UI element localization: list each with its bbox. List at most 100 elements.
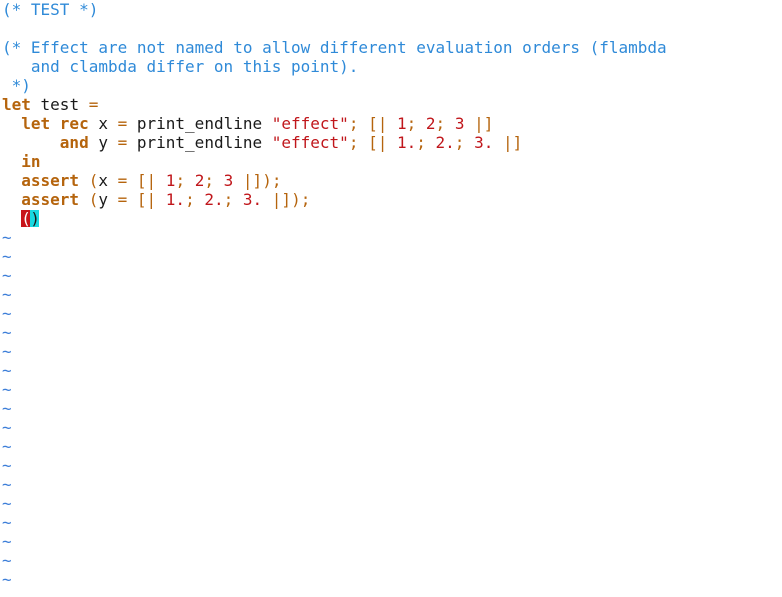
code-token: test — [30, 95, 89, 114]
punctuation-token: [| — [136, 171, 157, 190]
code-line[interactable]: () — [2, 209, 782, 228]
number-literal: 1 — [165, 171, 176, 190]
code-token: x — [98, 171, 118, 190]
number-literal: 3. — [474, 133, 494, 152]
punctuation-token: |] — [474, 114, 494, 133]
code-line[interactable]: assert (y = [| 1.; 2.; 3. |]); — [2, 190, 782, 209]
empty-line-tilde: ~ — [2, 399, 12, 418]
empty-line-tilde: ~ — [2, 494, 12, 513]
keyword-token: let — [2, 95, 31, 114]
empty-line-tilde: ~ — [2, 475, 12, 494]
code-line[interactable]: (* TEST *) — [2, 0, 782, 19]
keyword-token: and — [59, 133, 89, 152]
empty-line-tilde: ~ — [2, 323, 12, 342]
empty-line-tilde: ~ — [2, 570, 12, 589]
number-literal: 2 — [425, 114, 436, 133]
code-token: y — [88, 133, 118, 152]
code-line[interactable]: and y = print_endline "effect"; [| 1.; 2… — [2, 133, 782, 152]
punctuation-token: ; — [416, 133, 426, 152]
string-literal: "effect" — [271, 114, 349, 133]
punctuation-token: |] — [502, 133, 523, 152]
code-token: y — [98, 190, 118, 209]
empty-line-tilde: ~ — [2, 361, 12, 380]
code-token: print_endline — [127, 133, 272, 152]
punctuation-token: ( — [88, 190, 99, 209]
comment-text: (* TEST *) — [2, 0, 99, 19]
number-literal: 2. — [435, 133, 455, 152]
keyword-token: in — [21, 152, 41, 171]
matching-paren-highlight: ) — [30, 209, 40, 228]
punctuation-token: = — [117, 114, 128, 133]
code-line[interactable]: assert (x = [| 1; 2; 3 |]); — [2, 171, 782, 190]
keyword-token: let rec — [21, 114, 89, 133]
empty-line-tilde: ~ — [2, 380, 12, 399]
punctuation-token: ; — [223, 190, 234, 209]
empty-line-tilde: ~ — [2, 418, 12, 437]
empty-line-tilde: ~ — [2, 532, 12, 551]
punctuation-token: = — [117, 171, 128, 190]
number-literal: 3 — [223, 171, 234, 190]
keyword-token: assert — [21, 171, 80, 190]
code-line[interactable]: in — [2, 152, 782, 171]
punctuation-token: ( — [88, 171, 99, 190]
string-literal: "effect" — [271, 133, 349, 152]
text-cursor: ( — [21, 209, 31, 228]
empty-line-tilde: ~ — [2, 456, 12, 475]
empty-line-tilde: ~ — [2, 342, 12, 361]
comment-text: *) — [2, 76, 31, 95]
empty-line-tilde: ~ — [2, 266, 12, 285]
code-line[interactable]: *) — [2, 76, 782, 95]
comment-text: and clambda differ on this point). — [2, 57, 359, 76]
code-line[interactable]: and clambda differ on this point). — [2, 57, 782, 76]
comment-text: (* Effect are not named to allow differe… — [2, 38, 667, 57]
punctuation-token: = — [88, 95, 99, 114]
empty-line-tilde: ~ — [2, 551, 12, 570]
punctuation-token: ; — [185, 190, 195, 209]
code-line[interactable]: (* Effect are not named to allow differe… — [2, 38, 782, 57]
number-literal: 1 — [396, 114, 407, 133]
code-line[interactable]: let rec x = print_endline "effect"; [| 1… — [2, 114, 782, 133]
punctuation-token: ; — [406, 114, 417, 133]
code-line[interactable] — [2, 19, 782, 38]
vim-editor[interactable]: (* TEST *) (* Effect are not named to all… — [0, 0, 782, 597]
empty-line-tilde: ~ — [2, 247, 12, 266]
empty-line-tilde: ~ — [2, 437, 12, 456]
empty-line-tilde: ~ — [2, 228, 12, 247]
punctuation-token: ; — [454, 133, 465, 152]
punctuation-token: = — [117, 133, 128, 152]
empty-line-tilde: ~ — [2, 285, 12, 304]
number-literal: 2. — [204, 190, 224, 209]
keyword-token: assert — [21, 190, 80, 209]
punctuation-token: ; [| — [348, 133, 388, 152]
punctuation-token: [| — [136, 190, 157, 209]
punctuation-token: ; — [175, 171, 186, 190]
number-literal: 1. — [396, 133, 417, 152]
code-token: print_endline — [127, 114, 272, 133]
punctuation-token: ; — [435, 114, 446, 133]
empty-line-tilde: ~ — [2, 304, 12, 323]
number-literal: 3. — [242, 190, 263, 209]
code-line[interactable]: let test = — [2, 95, 782, 114]
